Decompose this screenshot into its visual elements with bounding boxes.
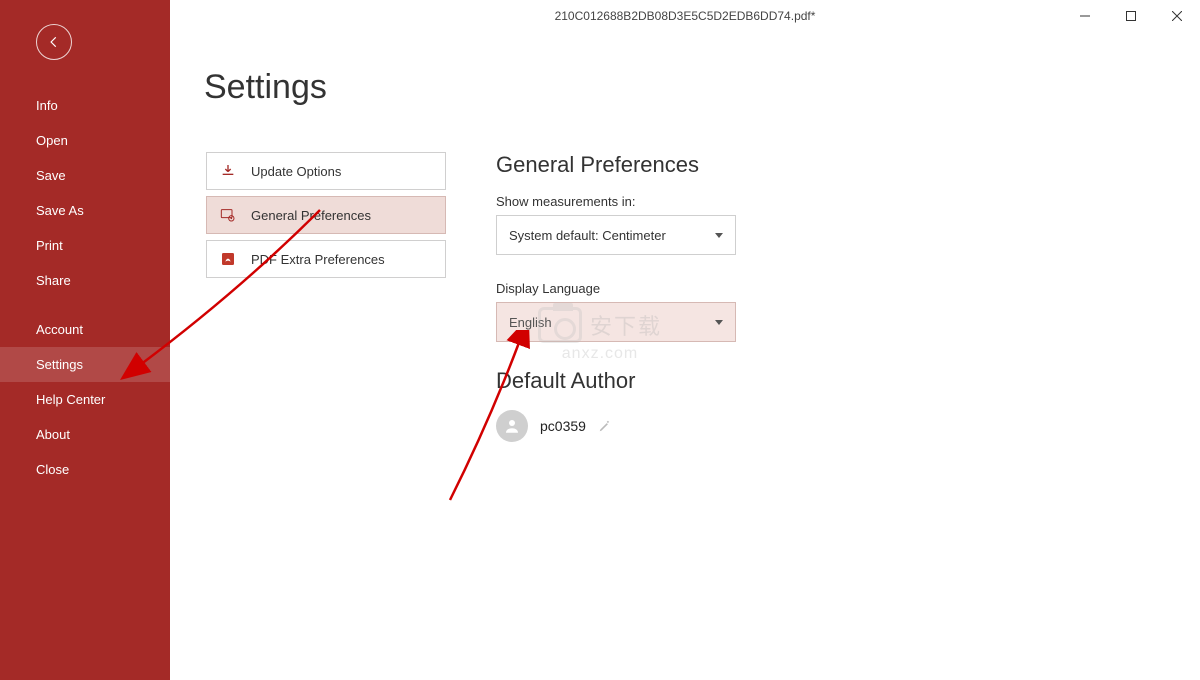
- pdf-icon: [219, 250, 237, 268]
- section-title-general: General Preferences: [496, 152, 1016, 178]
- edit-icon[interactable]: [598, 419, 612, 433]
- sidebar-item-share[interactable]: Share: [0, 263, 170, 298]
- window-title: 210C012688B2DB08D3E5C5D2EDB6DD74.pdf*: [170, 9, 1200, 23]
- person-icon: [503, 417, 521, 435]
- window-gear-icon: [219, 206, 237, 224]
- settings-options-list: Update Options General Preferences PDF E…: [206, 60, 446, 680]
- option-update[interactable]: Update Options: [206, 152, 446, 190]
- sidebar-item-open[interactable]: Open: [0, 123, 170, 158]
- language-select[interactable]: English: [496, 302, 736, 342]
- measurements-select[interactable]: System default: Centimeter: [496, 215, 736, 255]
- measurements-label: Show measurements in:: [496, 194, 1016, 209]
- close-button[interactable]: [1154, 0, 1200, 32]
- back-button[interactable]: [36, 24, 72, 60]
- chevron-down-icon: [715, 320, 723, 325]
- language-value: English: [509, 315, 552, 330]
- sidebar-item-save[interactable]: Save: [0, 158, 170, 193]
- avatar: [496, 410, 528, 442]
- author-row: pc0359: [496, 410, 1016, 442]
- option-label: Update Options: [251, 164, 341, 179]
- measurements-value: System default: Centimeter: [509, 228, 666, 243]
- preferences-panel: General Preferences Show measurements in…: [496, 60, 1016, 680]
- sidebar-item-account[interactable]: Account: [0, 312, 170, 347]
- chevron-down-icon: [715, 233, 723, 238]
- download-icon: [219, 162, 237, 180]
- sidebar: Info Open Save Save As Print Share Accou…: [0, 0, 170, 680]
- option-pdf-extra-preferences[interactable]: PDF Extra Preferences: [206, 240, 446, 278]
- sidebar-nav: Info Open Save Save As Print Share Accou…: [0, 88, 170, 487]
- sidebar-item-print[interactable]: Print: [0, 228, 170, 263]
- author-name: pc0359: [540, 418, 586, 434]
- sidebar-item-about[interactable]: About: [0, 417, 170, 452]
- maximize-button[interactable]: [1108, 0, 1154, 32]
- sidebar-item-info[interactable]: Info: [0, 88, 170, 123]
- minimize-icon: [1080, 11, 1090, 21]
- sidebar-item-close[interactable]: Close: [0, 452, 170, 487]
- maximize-icon: [1126, 11, 1136, 21]
- sidebar-item-help-center[interactable]: Help Center: [0, 382, 170, 417]
- sidebar-item-settings[interactable]: Settings: [0, 347, 170, 382]
- close-icon: [1172, 11, 1182, 21]
- sidebar-item-save-as[interactable]: Save As: [0, 193, 170, 228]
- arrow-left-icon: [47, 35, 61, 49]
- page-title: Settings: [204, 68, 327, 107]
- language-label: Display Language: [496, 281, 1016, 296]
- titlebar: 210C012688B2DB08D3E5C5D2EDB6DD74.pdf*: [170, 0, 1200, 32]
- option-label: General Preferences: [251, 208, 371, 223]
- option-label: PDF Extra Preferences: [251, 252, 385, 267]
- window-controls: [1062, 0, 1200, 32]
- minimize-button[interactable]: [1062, 0, 1108, 32]
- option-general-preferences[interactable]: General Preferences: [206, 196, 446, 234]
- section-title-author: Default Author: [496, 368, 1016, 394]
